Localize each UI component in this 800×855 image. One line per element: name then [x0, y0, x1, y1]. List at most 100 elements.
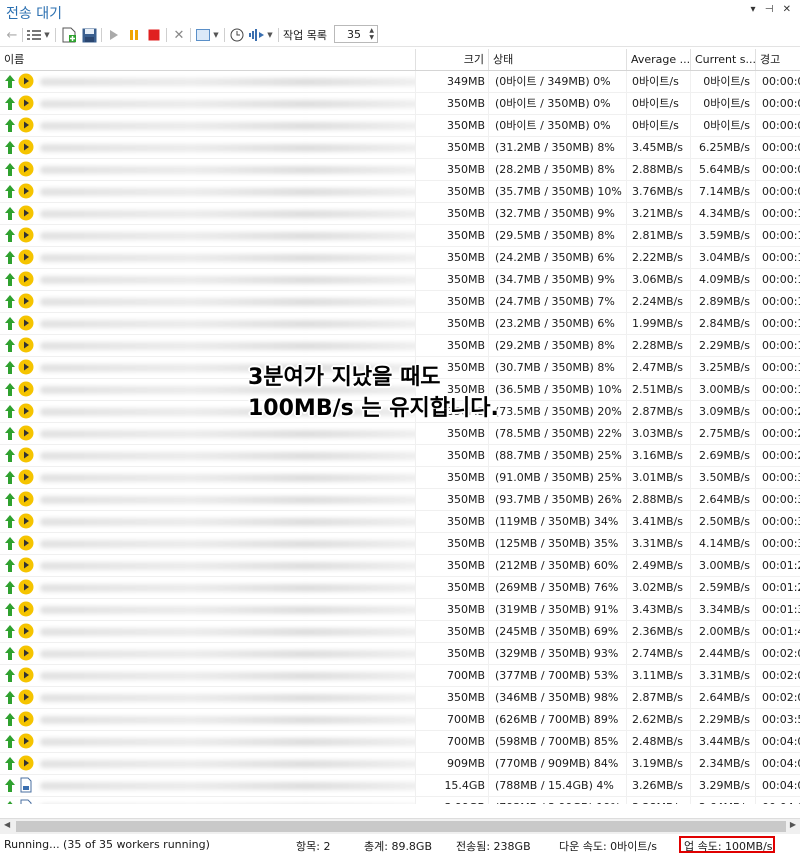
table-row[interactable]: 350MB (24.2MB / 350MB) 6% 2.22MB/s 3.04MB/s…	[0, 247, 800, 269]
name-cell[interactable]	[0, 269, 416, 290]
scrollbar-thumb[interactable]	[16, 821, 786, 832]
upload-arrow-icon	[5, 75, 15, 88]
window-controls[interactable]: ▾ ⊣ ✕	[751, 4, 794, 15]
table-row[interactable]: 909MB (770MB / 909MB) 84% 3.19MB/s 2.34MB/s…	[0, 753, 800, 775]
name-cell[interactable]	[0, 709, 416, 730]
cancel-icon[interactable]: ✕	[172, 27, 186, 43]
stepper-up-icon[interactable]: ▲	[369, 27, 374, 34]
table-row[interactable]: 350MB (212MB / 350MB) 60% 2.49MB/s 3.00MB/s…	[0, 555, 800, 577]
clock-icon[interactable]	[229, 27, 245, 43]
table-row[interactable]: 700MB (377MB / 700MB) 53% 3.11MB/s 3.31MB/s…	[0, 665, 800, 687]
select-icon[interactable]	[195, 27, 211, 43]
scroll-right-icon[interactable]: ▶	[790, 820, 796, 829]
name-cell[interactable]	[0, 93, 416, 114]
name-cell[interactable]	[0, 313, 416, 334]
name-cell[interactable]	[0, 181, 416, 202]
table-row[interactable]: 350MB (29.2MB / 350MB) 8% 2.28MB/s 2.29MB/s…	[0, 335, 800, 357]
back-arrow-icon[interactable]: ←	[4, 27, 20, 43]
name-cell[interactable]	[0, 335, 416, 356]
column-average-speed[interactable]: Average ...	[627, 49, 691, 70]
column-elapsed[interactable]: 경고	[756, 49, 800, 70]
name-cell[interactable]	[0, 555, 416, 576]
name-cell[interactable]	[0, 445, 416, 466]
speed-dropdown-icon[interactable]: ▼	[266, 27, 274, 43]
table-row[interactable]: 350MB (78.5MB / 350MB) 22% 3.03MB/s 2.75MB/…	[0, 423, 800, 445]
scroll-left-icon[interactable]: ◀	[4, 820, 10, 829]
column-name[interactable]: 이름	[0, 49, 416, 70]
table-row[interactable]: 350MB (0바이트 / 350MB) 0% 0바이트/s 0바이트/s 00:00:…	[0, 115, 800, 137]
name-cell[interactable]	[0, 687, 416, 708]
upload-arrow-icon	[7, 801, 13, 804]
elapsed-cell: 00:00:11	[762, 295, 800, 308]
average-speed-cell: 3.16MB/s	[627, 445, 691, 466]
select-dropdown-icon[interactable]: ▼	[212, 27, 220, 43]
name-cell[interactable]	[0, 797, 416, 804]
table-row[interactable]: 350MB (245MB / 350MB) 69% 2.36MB/s 2.00MB/s…	[0, 621, 800, 643]
stepper-down-icon[interactable]: ▼	[369, 34, 374, 41]
elapsed-cell: 00:00:25	[762, 405, 800, 418]
upload-arrow-icon	[5, 229, 15, 242]
name-cell[interactable]	[0, 203, 416, 224]
table-row[interactable]: 350MB (93.7MB / 350MB) 26% 2.88MB/s 2.64MB/…	[0, 489, 800, 511]
job-count-stepper[interactable]: 35 ▲ ▼	[334, 25, 378, 43]
table-row[interactable]: 350MB (34.7MB / 350MB) 9% 3.06MB/s 4.09MB/s…	[0, 269, 800, 291]
table-row[interactable]: 350MB (346MB / 350MB) 98% 2.87MB/s 2.64MB/s…	[0, 687, 800, 709]
table-row[interactable]: 350MB (24.7MB / 350MB) 7% 2.24MB/s 2.89MB/s…	[0, 291, 800, 313]
horizontal-scrollbar[interactable]: ◀ ▶	[0, 818, 800, 834]
stop-icon[interactable]	[147, 27, 161, 43]
job-count-value[interactable]: 35	[347, 28, 361, 41]
table-row[interactable]: 349MB (0바이트 / 349MB) 0% 0바이트/s 0바이트/s 00:00:…	[0, 71, 800, 93]
play-icon[interactable]	[107, 27, 121, 43]
table-row[interactable]: 350MB (329MB / 350MB) 93% 2.74MB/s 2.44MB/s…	[0, 643, 800, 665]
name-cell[interactable]	[0, 775, 416, 796]
table-row[interactable]: 350MB (269MB / 350MB) 76% 3.02MB/s 2.59MB/s…	[0, 577, 800, 599]
name-cell[interactable]	[0, 137, 416, 158]
name-cell[interactable]	[0, 71, 416, 92]
name-cell[interactable]	[0, 511, 416, 532]
name-cell[interactable]	[0, 665, 416, 686]
view-dropdown-icon[interactable]: ▼	[43, 27, 51, 43]
table-row[interactable]: 700MB (598MB / 700MB) 85% 2.48MB/s 3.44MB/s…	[0, 731, 800, 753]
column-current-speed[interactable]: Current s...	[691, 49, 756, 70]
table-row[interactable]: 350MB (88.7MB / 350MB) 25% 3.16MB/s 2.69MB/…	[0, 445, 800, 467]
table-row[interactable]: 350MB (125MB / 350MB) 35% 3.31MB/s 4.14MB/s…	[0, 533, 800, 555]
name-cell[interactable]	[0, 423, 416, 444]
view-columns-icon[interactable]	[26, 27, 42, 43]
table-row[interactable]: 350MB (319MB / 350MB) 91% 3.43MB/s 3.34MB/s…	[0, 599, 800, 621]
table-row[interactable]: 700MB (626MB / 700MB) 89% 2.62MB/s 2.29MB/s…	[0, 709, 800, 731]
name-cell[interactable]	[0, 533, 416, 554]
new-file-icon[interactable]	[61, 27, 77, 43]
speed-limit-icon[interactable]	[249, 27, 265, 43]
separator	[55, 28, 56, 42]
table-row[interactable]: 350MB (31.2MB / 350MB) 8% 3.45MB/s 6.25MB/s…	[0, 137, 800, 159]
column-size[interactable]: 크기	[416, 49, 489, 70]
name-cell[interactable]	[0, 489, 416, 510]
table-row[interactable]: 350MB (32.7MB / 350MB) 9% 3.21MB/s 4.34MB/s…	[0, 203, 800, 225]
name-cell[interactable]	[0, 115, 416, 136]
name-cell[interactable]	[0, 731, 416, 752]
name-cell[interactable]	[0, 467, 416, 488]
name-cell[interactable]	[0, 599, 416, 620]
name-cell[interactable]	[0, 225, 416, 246]
name-cell[interactable]	[0, 247, 416, 268]
table-row[interactable]: 350MB (35.7MB / 350MB) 10% 3.76MB/s 7.14MB/…	[0, 181, 800, 203]
status-bar: Running... (35 of 35 workers running) 항목…	[0, 835, 800, 855]
table-row[interactable]: 350MB (119MB / 350MB) 34% 3.41MB/s 2.50MB/s…	[0, 511, 800, 533]
table-row[interactable]: 350MB (23.2MB / 350MB) 6% 1.99MB/s 2.84MB/s…	[0, 313, 800, 335]
pause-icon[interactable]	[127, 27, 141, 43]
table-row[interactable]: 3.99GB(793MB / 3.99GB) 19%3.28MB/s2.64MB…	[0, 797, 800, 804]
table-row[interactable]: 15.4GB (788MB / 15.4GB) 4% 3.26MB/s 3.29MB/…	[0, 775, 800, 797]
table-row[interactable]: 350MB (91.0MB / 350MB) 25% 3.01MB/s 3.50MB/…	[0, 467, 800, 489]
table-row[interactable]: 350MB (0바이트 / 350MB) 0% 0바이트/s 0바이트/s 00:00:…	[0, 93, 800, 115]
name-cell[interactable]	[0, 621, 416, 642]
column-status[interactable]: 상태	[489, 49, 627, 70]
table-row[interactable]: 350MB (28.2MB / 350MB) 8% 2.88MB/s 5.64MB/s…	[0, 159, 800, 181]
save-icon[interactable]	[81, 27, 97, 43]
name-cell[interactable]	[0, 577, 416, 598]
name-cell[interactable]	[0, 291, 416, 312]
name-cell[interactable]	[0, 643, 416, 664]
overlay-caption: 3분여가 지났을 때도 100MB/s 는 유지합니다.	[248, 362, 499, 424]
name-cell[interactable]	[0, 753, 416, 774]
name-cell[interactable]	[0, 159, 416, 180]
table-row[interactable]: 350MB (29.5MB / 350MB) 8% 2.81MB/s 3.59MB/s…	[0, 225, 800, 247]
